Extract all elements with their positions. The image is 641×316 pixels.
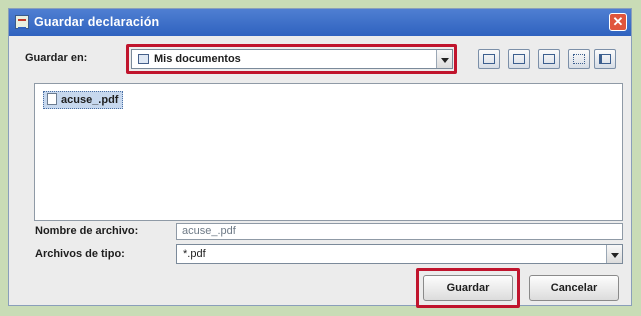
details-view-button[interactable] [594,49,616,69]
new-folder-button[interactable] [538,49,560,69]
filetype-combobox[interactable]: *.pdf [176,244,623,264]
file-list[interactable]: acuse_.pdf [34,83,623,221]
app-icon [15,15,29,29]
home-button[interactable] [508,49,530,69]
filename-label: Nombre de archivo: [35,225,139,237]
dialog-title: Guardar declaración [34,15,160,29]
save-in-label: Guardar en: [25,52,88,64]
highlight-save-in [126,44,457,74]
filename-input[interactable]: acuse_.pdf [176,223,623,240]
list-view-icon [573,54,585,64]
filetype-value: *.pdf [183,248,206,260]
up-folder-button[interactable] [478,49,500,69]
close-button[interactable]: ✕ [609,13,627,31]
up-folder-icon [483,54,495,64]
new-folder-icon [543,54,555,64]
close-icon: ✕ [612,14,624,29]
save-dialog: Guardar declaración ✕ Guardar en: Mis do… [8,8,632,308]
document-icon [47,93,57,106]
highlight-save-button [416,268,520,308]
file-name: acuse_.pdf [61,94,119,106]
details-view-icon [599,54,611,64]
filetype-label: Archivos de tipo: [35,248,125,260]
home-icon [513,54,525,64]
title-bar[interactable]: Guardar declaración ✕ [9,9,631,36]
chevron-down-icon[interactable] [606,245,622,263]
cancel-button[interactable]: Cancelar [529,275,619,301]
file-item[interactable]: acuse_.pdf [43,91,124,109]
list-view-button[interactable] [568,49,590,69]
